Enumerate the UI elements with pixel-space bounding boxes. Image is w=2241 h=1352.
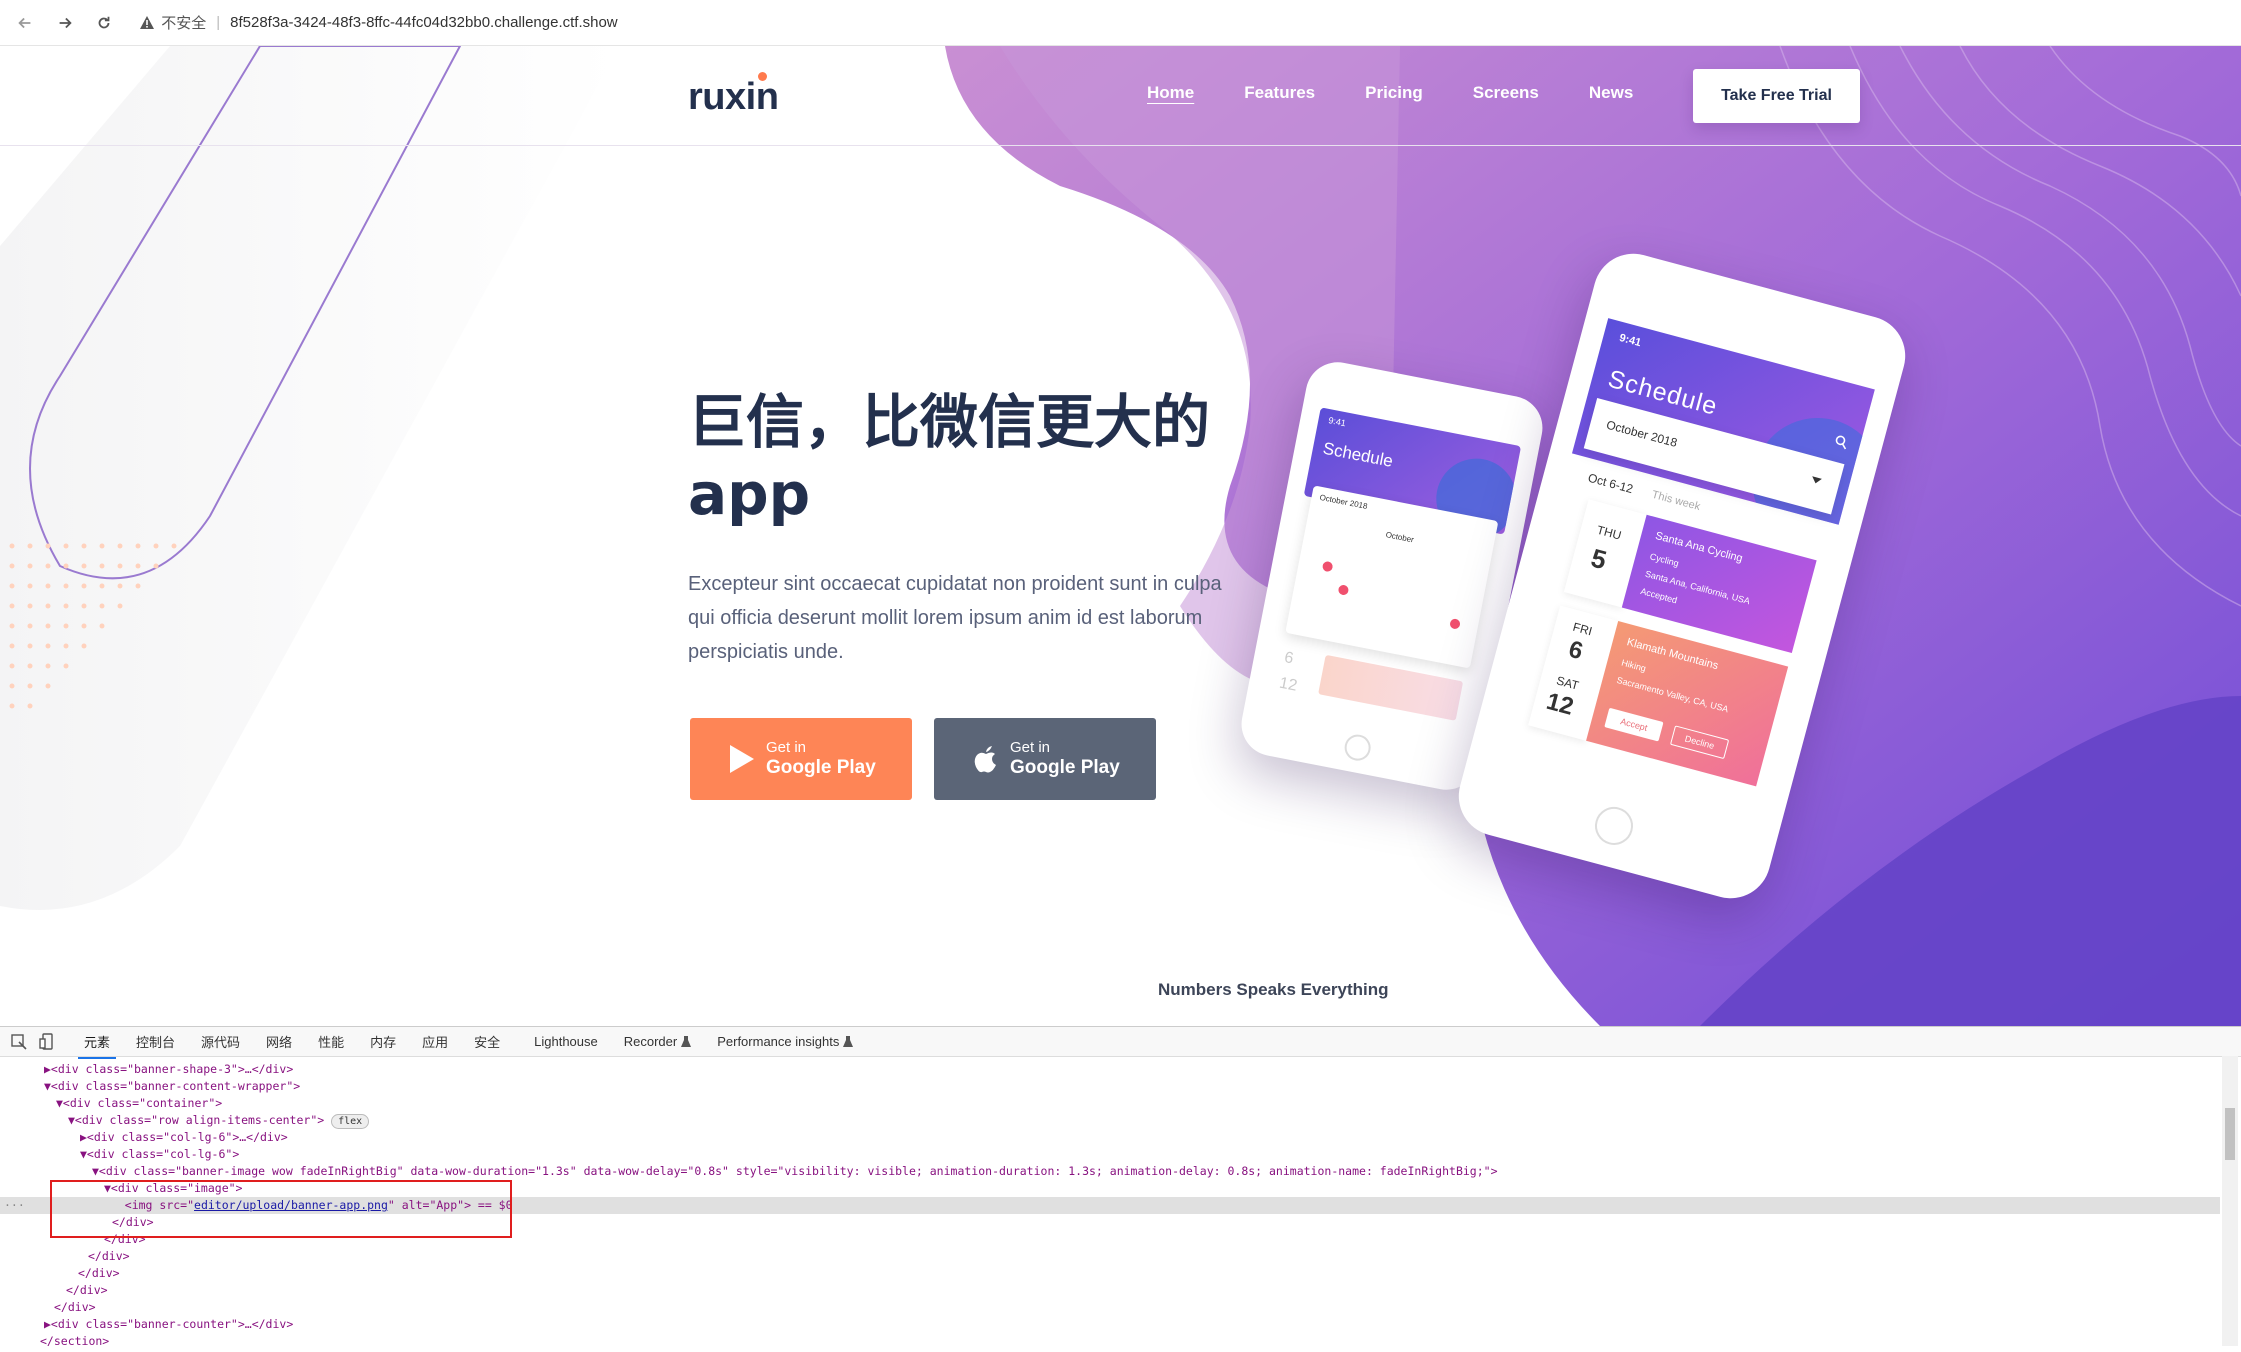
dom-node[interactable]: ▼<div class="container"> [56, 1095, 222, 1112]
apple-button-text: Get in Google Play [1010, 739, 1120, 780]
phone-small-date2: 12 [1277, 674, 1299, 695]
device-toggle-icon[interactable] [38, 1032, 56, 1051]
devtools-tabbar: 元素 控制台 源代码 网络 性能 内存 应用 安全 Lighthouse Rec… [0, 1027, 2241, 1059]
card1-day: THU [1595, 522, 1623, 543]
chevron-down-icon [1810, 476, 1822, 485]
arrow-left-icon [18, 17, 31, 28]
address-bar[interactable]: 不安全 | 8f528f3a-3424-48f3-8ffc-44fc04d32b… [139, 5, 2241, 40]
dom-node[interactable]: ▶<div class="col-lg-6">…</div> [80, 1129, 288, 1146]
play-button-label: Google Play [766, 756, 876, 778]
dom-node[interactable]: </div> [66, 1282, 108, 1299]
nav-home[interactable]: Home [1147, 83, 1194, 103]
nav-pricing[interactable]: Pricing [1365, 83, 1423, 103]
numbers-heading: Numbers Speaks Everything [1158, 980, 1389, 999]
phone-big-time: 9:41 [1617, 331, 1643, 350]
card2-date2: 12 [1543, 687, 1577, 721]
calendar-dot [1321, 560, 1334, 573]
phone-small-month: October 2018 [1318, 492, 1369, 511]
hero-background [0, 46, 2241, 1026]
decline-button[interactable]: Decline [1669, 725, 1730, 760]
dom-node[interactable]: ▼<div class="banner-image wow fadeInRigh… [92, 1163, 1498, 1180]
flask-icon [681, 1035, 692, 1047]
page-viewport: ruxin Home Features Pricing Screens News… [0, 46, 2241, 1026]
phone-big-month: October 2018 [1604, 417, 1679, 450]
tab-elements[interactable]: 元素 [77, 1032, 117, 1059]
dom-node[interactable]: </div> [78, 1265, 120, 1282]
tab-recorder[interactable]: Recorder [624, 1034, 677, 1049]
dom-node[interactable]: </section> [40, 1333, 109, 1350]
hero-title: 巨信，比微信更大的 app [688, 386, 1248, 530]
site-header: ruxin Home Features Pricing Screens News… [0, 46, 2241, 146]
security-indicator[interactable]: 不安全 [139, 12, 206, 33]
nav-screens[interactable]: Screens [1473, 83, 1539, 103]
back-button[interactable] [10, 8, 40, 38]
card2-place: Sacramento Valley, CA, USA [1615, 674, 1730, 715]
browser-toolbar: 不安全 | 8f528f3a-3424-48f3-8ffc-44fc04d32b… [0, 0, 2241, 46]
dom-node[interactable]: ▶<div class="banner-shape-3">…</div> [44, 1061, 293, 1078]
main-nav: Home Features Pricing Screens News [1147, 83, 1633, 103]
hero-desc-line2: qui officia deserunt mollit lorem ipsum … [688, 607, 1203, 629]
hero-desc-line1: Excepteur sint occaecat cupidatat non pr… [688, 573, 1222, 595]
hero-title-line1: 巨信，比微信更大的 [688, 388, 1211, 456]
tab-lighthouse[interactable]: Lighthouse [534, 1034, 598, 1049]
site-logo[interactable]: ruxin [688, 76, 779, 119]
inspect-icon[interactable] [10, 1033, 28, 1051]
card1-date: 5 [1587, 542, 1610, 576]
card1-activity: Cycling [1648, 551, 1680, 569]
calendar-dot [1337, 584, 1350, 596]
flask-icon [843, 1035, 854, 1047]
dom-node[interactable]: </div> [54, 1299, 96, 1316]
play-icon [730, 745, 754, 773]
hero-description: Excepteur sint occaecat cupidatat non pr… [688, 567, 1268, 669]
tab-performance[interactable]: 性能 [318, 1032, 344, 1051]
accept-button[interactable]: Accept [1604, 707, 1664, 742]
phone-small-time: 9:41 [1327, 415, 1347, 429]
nav-features[interactable]: Features [1244, 83, 1315, 103]
apple-icon [974, 746, 996, 773]
apple-store-button[interactable]: Get in Google Play [934, 718, 1156, 800]
phone-small-cal-month: October [1384, 530, 1415, 545]
address-separator: | [216, 14, 221, 31]
red-highlight-box [50, 1180, 512, 1238]
take-free-trial-button[interactable]: Take Free Trial [1693, 69, 1860, 123]
google-play-button[interactable]: Get in Google Play [690, 718, 912, 800]
card2-date1: 6 [1565, 635, 1586, 666]
hero-title-line2: app [688, 460, 811, 528]
flex-badge[interactable]: flex [331, 1114, 370, 1129]
logo-dot [758, 72, 767, 81]
dom-node[interactable]: ▼<div class="row align-items-center"> fl… [68, 1112, 370, 1129]
dom-node[interactable]: ▶<div class="banner-counter">…</div> [44, 1316, 293, 1333]
play-button-text: Get in Google Play [766, 739, 876, 780]
dom-node[interactable]: ▼<div class="banner-content-wrapper"> [44, 1078, 300, 1095]
arrow-right-icon [59, 17, 72, 28]
apple-button-label: Google Play [1010, 756, 1120, 778]
nav-news[interactable]: News [1589, 83, 1633, 103]
phone-small-title: Schedule [1321, 438, 1395, 471]
forward-button[interactable] [50, 8, 80, 38]
tab-memory[interactable]: 内存 [370, 1032, 396, 1051]
devtools-scrollbar[interactable] [2222, 1056, 2238, 1346]
reload-icon [98, 16, 110, 28]
tab-console[interactable]: 控制台 [136, 1032, 175, 1051]
dom-node[interactable]: ▼<div class="col-lg-6"> [80, 1146, 239, 1163]
card2-activity: Hiking [1620, 657, 1648, 674]
tab-security[interactable]: 安全 [474, 1032, 500, 1051]
tab-performance-insights[interactable]: Performance insights [717, 1034, 839, 1049]
card1-status: Accepted [1639, 586, 1679, 606]
warning-icon [140, 15, 155, 29]
calendar-dot [1449, 618, 1461, 630]
security-label: 不安全 [161, 15, 207, 32]
reload-button[interactable] [89, 8, 119, 38]
node-menu-icon[interactable]: ··· [4, 1198, 25, 1212]
apple-button-small-label: Get in [1010, 738, 1051, 756]
hero-desc-line3: perspiciatis unde. [688, 641, 844, 663]
scrollbar-thumb[interactable] [2225, 1108, 2235, 1160]
play-button-small-label: Get in [766, 738, 807, 756]
dom-node[interactable]: </div> [88, 1248, 130, 1265]
tab-network[interactable]: 网络 [266, 1032, 292, 1051]
tab-application[interactable]: 应用 [422, 1032, 448, 1051]
url-text[interactable]: 8f528f3a-3424-48f3-8ffc-44fc04d32bb0.cha… [230, 14, 618, 31]
tab-sources[interactable]: 源代码 [201, 1032, 240, 1051]
